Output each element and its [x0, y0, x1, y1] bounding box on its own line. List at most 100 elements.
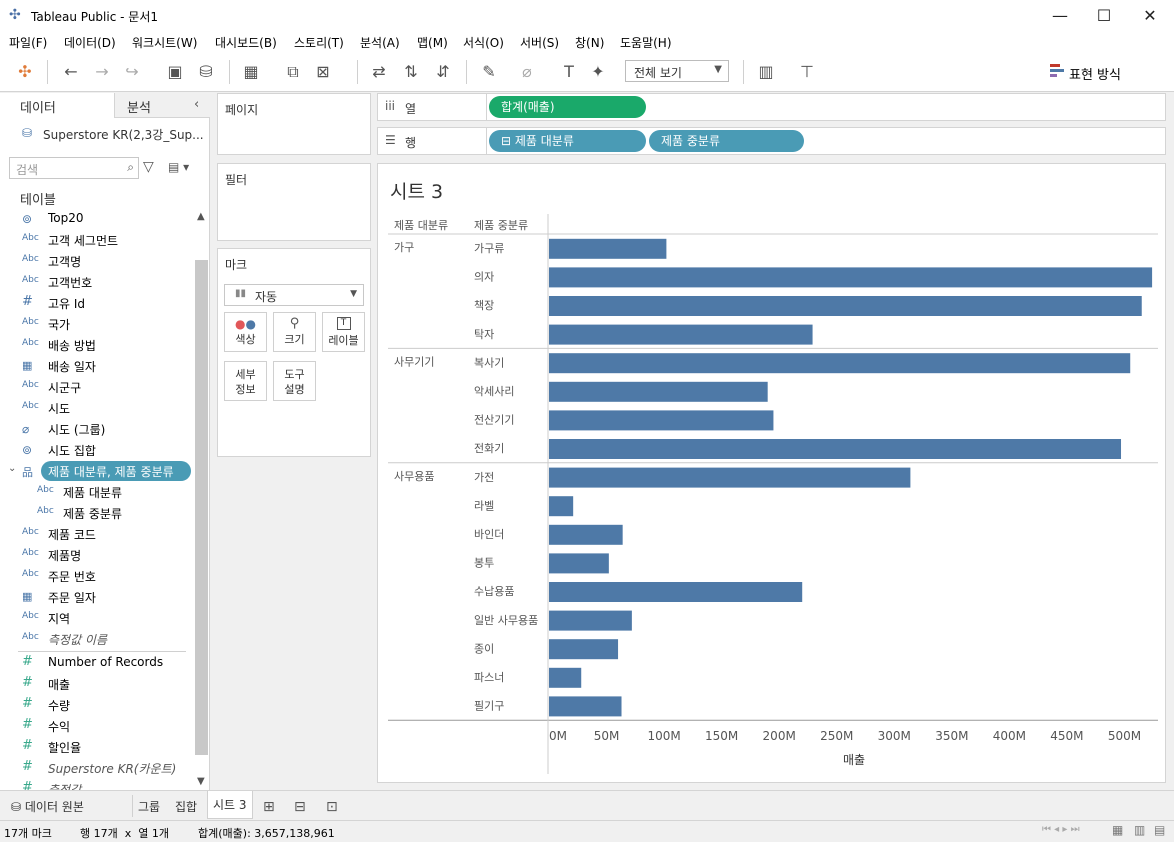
pill-product-subcategory[interactable]: 제품 중분류 [649, 130, 804, 152]
scroll-down-icon[interactable]: ▼ [197, 776, 205, 787]
menu-map[interactable]: 맵(M) [417, 34, 448, 51]
maximize-button[interactable]: ☐ [1081, 0, 1127, 31]
datasource-tab[interactable]: ⛁ 데이터 원본 [6, 795, 89, 819]
sort-ascending-icon[interactable]: ⇅ [401, 62, 421, 82]
label-button[interactable]: T 레이블 [322, 312, 365, 352]
x-tick-label: 450M [1050, 729, 1083, 743]
search-field[interactable]: 검색 ⌕ [9, 157, 139, 179]
columns-label: 열 [405, 102, 417, 116]
field-item[interactable]: Abc 측정값 이름 [0, 629, 195, 650]
scroll-up-icon[interactable]: ▲ [197, 211, 205, 222]
menu-data[interactable]: 데이터(D) [64, 34, 116, 51]
menu-file[interactable]: 파일(F) [9, 34, 47, 51]
filters-card[interactable]: 필터 [217, 163, 371, 241]
field-item[interactable]: # 수익 [0, 716, 195, 737]
show-me-button[interactable]: 표현 방식 [1069, 64, 1121, 83]
bar [549, 381, 768, 402]
field-item[interactable]: Abc 제품 중분류 [0, 503, 195, 524]
field-item[interactable]: ▦ 주문 일자 [0, 587, 195, 608]
field-item[interactable]: Abc 지역 [0, 608, 195, 629]
hierarchy-item[interactable]: ⌄ 品 제품 대분류, 제품 중분류 [0, 461, 195, 482]
pill-sum-sales[interactable]: 합계(매출) [489, 96, 646, 118]
color-button[interactable]: ●● 색상 [224, 312, 267, 352]
field-item[interactable]: # Superstore KR(카운트) [0, 758, 195, 779]
columns-shelf[interactable]: iii 열 합계(매출) [377, 93, 1166, 121]
tableau-home-icon[interactable]: ✣ [15, 62, 35, 82]
field-item[interactable]: # 할인율 [0, 737, 195, 758]
tabs-view-icon[interactable]: ▤ [1154, 823, 1165, 837]
tab-set[interactable]: 집합 [170, 795, 202, 819]
show-labels-icon[interactable]: T [559, 62, 579, 82]
field-item[interactable]: Abc 고객명 [0, 251, 195, 272]
menu-format[interactable]: 서식(O) [463, 34, 504, 51]
field-item[interactable]: Abc 제품명 [0, 545, 195, 566]
sort-descending-icon[interactable]: ⇵ [433, 62, 453, 82]
fit-view-select[interactable]: 전체 보기 ▼ [625, 60, 729, 82]
replay-icon[interactable]: ↪ [122, 62, 142, 82]
field-item[interactable]: Abc 국가 [0, 314, 195, 335]
pill-product-category[interactable]: ⊟ 제품 대분류 [489, 130, 646, 152]
sheet-sorter-icon[interactable]: ▦ [1112, 823, 1123, 837]
sheet-nav-icon[interactable]: ⏮ ◂ ▸ ⏭ [1042, 824, 1080, 835]
field-item[interactable]: ⊚ 시도 집합 [0, 440, 195, 461]
menu-help[interactable]: 도움말(H) [620, 34, 672, 51]
menu-story[interactable]: 스토리(T) [294, 34, 344, 51]
tab-data[interactable]: 데이터 [0, 93, 114, 118]
field-item[interactable]: # 측정값 [0, 779, 195, 790]
save-icon[interactable]: ▣ [165, 62, 185, 82]
presentation-mode-icon[interactable]: ⊤ [797, 62, 817, 82]
new-worksheet-icon[interactable]: ▦ [241, 62, 261, 82]
collapse-pane-icon[interactable]: ‹ [194, 97, 199, 112]
field-item[interactable]: ▦ 배송 일자 [0, 356, 195, 377]
new-worksheet-tab-icon[interactable]: ⊞ [258, 795, 280, 819]
field-item[interactable]: Abc 시군구 [0, 377, 195, 398]
redo-icon[interactable]: → [92, 62, 112, 82]
fit-view-value: 전체 보기 [634, 66, 682, 80]
field-item[interactable]: Abc 주문 번호 [0, 566, 195, 587]
undo-icon[interactable]: ← [61, 62, 81, 82]
field-item[interactable]: ⊚ Top20 [0, 209, 195, 230]
new-story-tab-icon[interactable]: ⊡ [321, 795, 343, 819]
field-item[interactable]: # 매출 [0, 674, 195, 695]
scrollbar-thumb[interactable] [195, 260, 208, 755]
field-item[interactable]: Abc 고객번호 [0, 272, 195, 293]
menu-dashboard[interactable]: 대시보드(B) [215, 34, 277, 51]
highlight-icon[interactable]: ✎ [479, 62, 499, 82]
tab-group[interactable]: 그룹 [133, 795, 165, 819]
clear-sheet-icon[interactable]: ⊠ [313, 62, 333, 82]
field-item[interactable]: Abc 고객 세그먼트 [0, 230, 195, 251]
pin-icon[interactable]: ✦ [588, 62, 608, 82]
minimize-button[interactable]: — [1037, 0, 1083, 31]
menu-analysis[interactable]: 분석(A) [360, 34, 400, 51]
size-button[interactable]: ⚲ 크기 [273, 312, 316, 352]
close-button[interactable]: ✕ [1127, 0, 1173, 31]
new-datasource-icon[interactable]: ⛁ [196, 62, 216, 82]
field-item[interactable]: Abc 시도 [0, 398, 195, 419]
field-item[interactable]: Abc 배송 방법 [0, 335, 195, 356]
tooltip-button[interactable]: 도구 설명 [273, 361, 316, 401]
menu-worksheet[interactable]: 워크시트(W) [132, 34, 197, 51]
field-item[interactable]: ⌀ 시도 (그룹) [0, 419, 195, 440]
duplicate-sheet-icon[interactable]: ⧉ [283, 62, 303, 82]
show-me-icon[interactable] [1050, 63, 1064, 79]
menu-window[interactable]: 창(N) [575, 34, 604, 51]
rows-shelf[interactable]: ☰ 행 ⊟ 제품 대분류 제품 중분류 [377, 127, 1166, 155]
group-members-icon[interactable]: ⌀ [517, 62, 537, 82]
datasource-name[interactable]: Superstore KR(2,3강_Sup... [43, 126, 204, 143]
field-item[interactable]: # 고유 Id [0, 293, 195, 314]
pages-card[interactable]: 페이지 [217, 93, 371, 155]
filmstrip-icon[interactable]: ▥ [1134, 823, 1145, 837]
field-item[interactable]: # Number of Records [0, 653, 195, 674]
mark-type-select[interactable]: ▮▮ 자동 ▼ [224, 284, 364, 306]
field-item[interactable]: # 수량 [0, 695, 195, 716]
detail-button[interactable]: 세부 정보 [224, 361, 267, 401]
field-item[interactable]: Abc 제품 코드 [0, 524, 195, 545]
new-dashboard-tab-icon[interactable]: ⊟ [289, 795, 311, 819]
field-item[interactable]: Abc 제품 대분류 [0, 482, 195, 503]
tab-sheet3[interactable]: 시트 3 [207, 791, 253, 819]
show-cards-icon[interactable]: ▥ [756, 62, 776, 82]
view-options-icon[interactable]: ▤ ▾ [168, 160, 189, 174]
swap-rows-columns-icon[interactable]: ⇄ [369, 62, 389, 82]
filter-icon[interactable]: ▽ [143, 159, 154, 175]
menu-server[interactable]: 서버(S) [520, 34, 559, 51]
